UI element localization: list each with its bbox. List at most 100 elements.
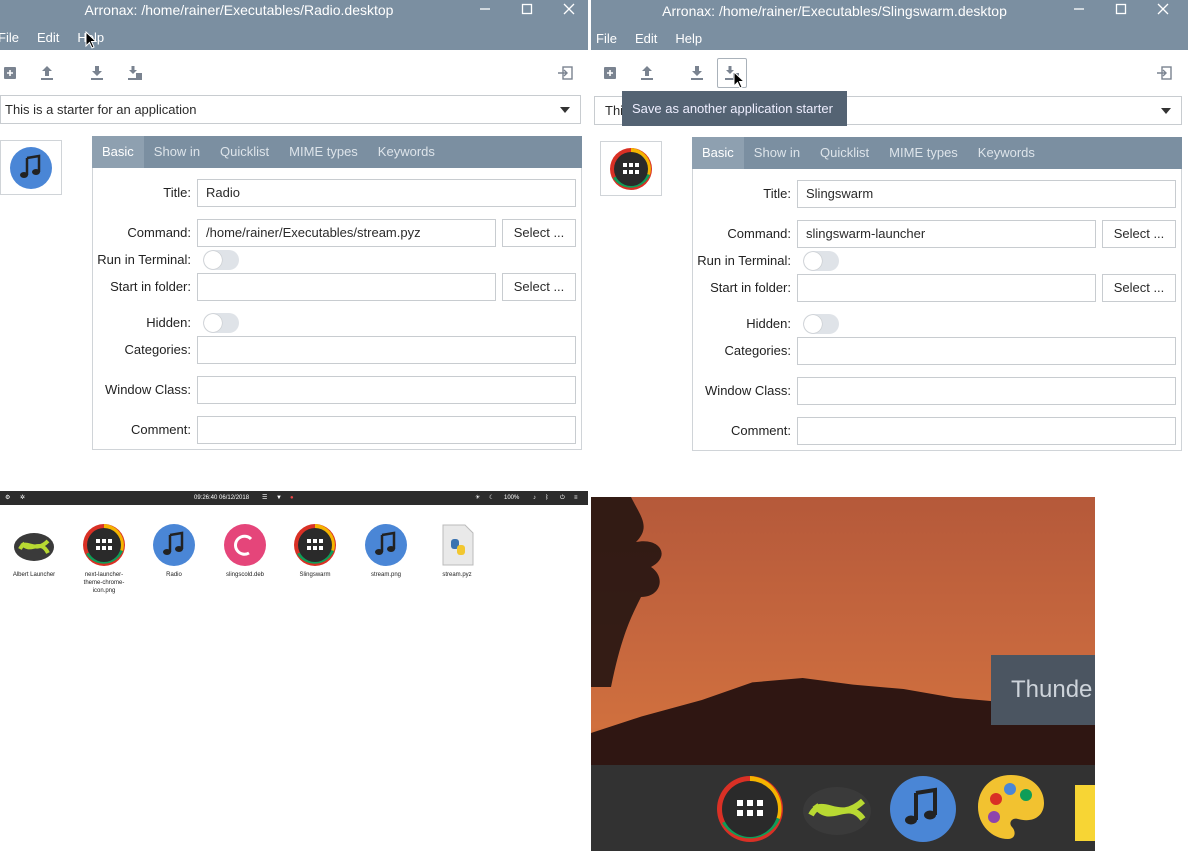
settings-icon[interactable]: ⚙ xyxy=(5,491,10,505)
panel-clock[interactable]: 09:26:40 06/12/2018 xyxy=(194,491,249,505)
upload-icon[interactable] xyxy=(632,58,662,88)
download-icon[interactable] xyxy=(682,58,712,88)
tab-quicklist[interactable]: Quicklist xyxy=(210,136,279,168)
thunderbird-popup: Thunde xyxy=(991,655,1095,725)
window-class-input[interactable] xyxy=(197,376,576,404)
menu-file[interactable]: File xyxy=(596,31,617,46)
dock-music-icon[interactable] xyxy=(889,775,957,846)
tab-quicklist[interactable]: Quicklist xyxy=(810,137,879,169)
menu-end-icon[interactable]: ≡ xyxy=(574,491,578,505)
comment-input[interactable] xyxy=(197,416,576,444)
dock-app-grid-icon[interactable] xyxy=(716,775,784,846)
run-in-terminal-label: Run in Terminal: xyxy=(697,253,791,268)
new-file-icon[interactable] xyxy=(0,58,25,88)
volume-icon[interactable]: ♪ xyxy=(533,491,536,505)
new-file-icon[interactable] xyxy=(595,58,625,88)
window-class-label: Window Class: xyxy=(105,382,191,397)
minimize-icon[interactable] xyxy=(1070,0,1088,18)
python-file-icon xyxy=(435,523,479,567)
select-command-button[interactable]: Select ... xyxy=(1102,220,1176,248)
dock-palette-icon[interactable] xyxy=(976,773,1046,846)
close-icon[interactable] xyxy=(560,0,578,18)
music-note-icon xyxy=(10,146,52,189)
title-input[interactable]: Slingswarm xyxy=(797,180,1176,208)
app-icon-button[interactable] xyxy=(0,140,62,195)
starter-type-combo[interactable]: This is a starter for an application xyxy=(0,95,581,124)
command-input[interactable]: slingswarm-launcher xyxy=(797,220,1096,248)
run-in-terminal-toggle[interactable] xyxy=(203,250,239,270)
save-as-icon[interactable] xyxy=(120,58,150,88)
tab-keywords[interactable]: Keywords xyxy=(368,136,445,168)
window-class-input[interactable] xyxy=(797,377,1176,405)
notification-icon[interactable]: ● xyxy=(290,491,294,505)
download-icon[interactable] xyxy=(82,58,112,88)
command-input[interactable]: /home/rainer/Executables/stream.pyz xyxy=(197,219,496,247)
desktop-icon-stream-pyz[interactable]: stream.pyz xyxy=(422,523,492,579)
title-label: Title: xyxy=(763,186,791,201)
start-in-folder-input[interactable] xyxy=(197,273,496,301)
tree-silhouette-icon xyxy=(591,497,662,687)
upload-icon[interactable] xyxy=(32,58,62,88)
tab-show-in[interactable]: Show in xyxy=(744,137,810,169)
bluetooth-icon[interactable]: ᛒ xyxy=(545,491,549,505)
tab-show-in[interactable]: Show in xyxy=(144,136,210,168)
desktop-icon-slingswarm[interactable]: Slingswarm xyxy=(280,523,350,579)
comment-label: Comment: xyxy=(131,422,191,437)
icon-label: slingscold.deb xyxy=(225,572,265,578)
tab-basic[interactable]: Basic xyxy=(92,136,144,168)
tab-mime-types[interactable]: MIME types xyxy=(879,137,968,169)
comment-input[interactable] xyxy=(797,417,1176,445)
tab-keywords[interactable]: Keywords xyxy=(968,137,1045,169)
start-in-folder-label: Start in folder: xyxy=(110,279,191,294)
select-folder-button[interactable]: Select ... xyxy=(1102,274,1176,302)
dock-albert-icon[interactable] xyxy=(801,779,873,842)
menu-edit[interactable]: Edit xyxy=(635,31,657,46)
brightness-icon[interactable]: ☀ xyxy=(475,491,480,505)
categories-input[interactable] xyxy=(197,336,576,364)
dock-folder-icon[interactable] xyxy=(1075,785,1095,841)
exit-icon[interactable] xyxy=(550,58,580,88)
apps-icon[interactable]: ✲ xyxy=(20,491,25,505)
desktop-icon-chrome-theme[interactable]: next-launcher-theme-chrome-icon.png xyxy=(69,523,139,595)
icon-label: stream.png xyxy=(370,572,401,578)
hidden-toggle[interactable] xyxy=(203,313,239,333)
desktop-icon-stream-png[interactable]: stream.png xyxy=(351,523,421,579)
tab-basic[interactable]: Basic xyxy=(692,137,744,169)
desktop-icon-slingscold[interactable]: slingscold.deb xyxy=(210,523,280,579)
title-input[interactable]: Radio xyxy=(197,179,576,207)
comment-label: Comment: xyxy=(731,423,791,438)
menu-help[interactable]: Help xyxy=(675,31,702,46)
desktop-icon-albert[interactable]: Albert Launcher xyxy=(0,523,69,579)
tab-bar: Basic Show in Quicklist MIME types Keywo… xyxy=(692,137,1182,169)
menu-edit[interactable]: Edit xyxy=(37,30,59,45)
run-in-terminal-label: Run in Terminal: xyxy=(97,252,191,267)
power-icon[interactable]: ⏻ xyxy=(560,491,565,505)
categories-label: Categories: xyxy=(124,342,191,357)
select-command-button[interactable]: Select ... xyxy=(502,219,576,247)
maximize-icon[interactable] xyxy=(1112,0,1130,18)
categories-input[interactable] xyxy=(797,337,1176,365)
hidden-toggle[interactable] xyxy=(803,314,839,334)
title-label: Title: xyxy=(163,185,191,200)
top-panel: ⚙ ✲ 09:26:40 06/12/2018 ☰ ▼ ● ☀ ☾ 100% ♪… xyxy=(0,491,588,505)
menu-file[interactable]: File xyxy=(0,30,19,45)
app-grid-icon xyxy=(610,147,652,190)
minimize-icon[interactable] xyxy=(476,0,494,18)
icon-label: Albert Launcher xyxy=(12,572,56,578)
select-folder-button[interactable]: Select ... xyxy=(502,273,576,301)
tab-mime-types[interactable]: MIME types xyxy=(279,136,368,168)
start-in-folder-input[interactable] xyxy=(797,274,1096,302)
desktop-icon-radio[interactable]: Radio xyxy=(139,523,209,579)
combo-value: This is a starter for an application xyxy=(5,102,197,117)
night-mode-icon[interactable]: ☾ xyxy=(489,491,494,505)
window-title: Arronax: /home/rainer/Executables/Slings… xyxy=(662,3,1007,19)
titlebar[interactable]: Arronax: /home/rainer/Executables/Slings… xyxy=(591,0,1188,50)
menu-icon[interactable]: ☰ xyxy=(262,491,267,505)
app-icon-button[interactable] xyxy=(600,141,662,196)
battery-text[interactable]: 100% xyxy=(504,491,519,505)
maximize-icon[interactable] xyxy=(518,0,536,18)
dropdown-icon[interactable]: ▼ xyxy=(276,491,282,505)
exit-icon[interactable] xyxy=(1149,58,1179,88)
run-in-terminal-toggle[interactable] xyxy=(803,251,839,271)
close-icon[interactable] xyxy=(1154,0,1172,18)
